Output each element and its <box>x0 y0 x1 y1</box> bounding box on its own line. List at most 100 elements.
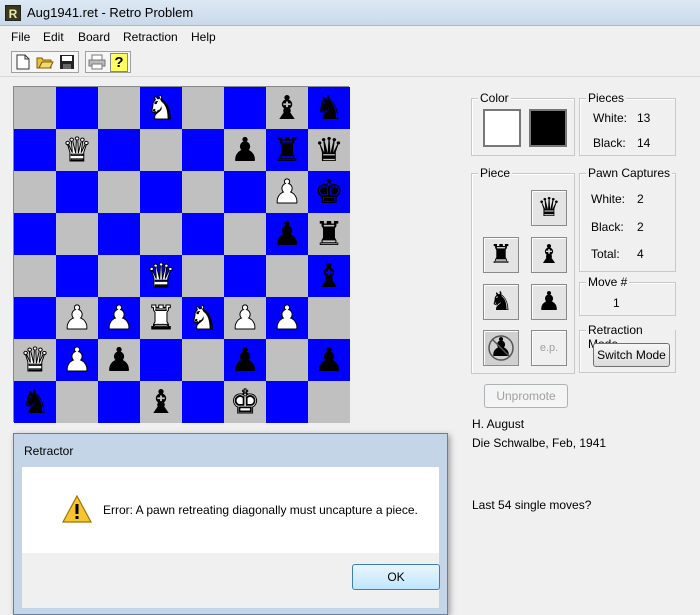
square-f5[interactable] <box>224 213 266 255</box>
black-pawn[interactable]: ♟ <box>314 339 344 381</box>
black-king[interactable]: ♚ <box>314 171 344 213</box>
en-passant-button[interactable]: e.p. <box>531 330 567 366</box>
square-b6[interactable] <box>56 171 98 213</box>
square-a1[interactable]: ♞ <box>14 381 56 423</box>
menu-help[interactable]: Help <box>191 30 216 44</box>
black-knight-button[interactable]: ♞ <box>483 284 519 320</box>
square-h2[interactable]: ♟ <box>308 339 350 381</box>
square-f3[interactable]: ♟ <box>224 297 266 339</box>
square-e4[interactable] <box>182 255 224 297</box>
square-g2[interactable] <box>266 339 308 381</box>
white-pawn[interactable]: ♟ <box>62 339 93 381</box>
black-queen-button[interactable]: ♛ <box>531 190 567 226</box>
square-h8[interactable]: ♞ <box>308 87 350 129</box>
white-queen[interactable]: ♛ <box>20 339 51 381</box>
unpromote-button[interactable]: Unpromote <box>484 384 568 408</box>
square-e3[interactable]: ♞ <box>182 297 224 339</box>
square-h4[interactable]: ♝ <box>308 255 350 297</box>
menu-retraction[interactable]: Retraction <box>123 30 178 44</box>
square-b7[interactable]: ♛ <box>56 129 98 171</box>
square-d5[interactable] <box>140 213 182 255</box>
square-c7[interactable] <box>98 129 140 171</box>
black-bishop[interactable]: ♝ <box>272 87 302 129</box>
square-f4[interactable] <box>224 255 266 297</box>
square-g3[interactable]: ♟ <box>266 297 308 339</box>
square-f7[interactable]: ♟ <box>224 129 266 171</box>
square-b8[interactable] <box>56 87 98 129</box>
square-b1[interactable] <box>56 381 98 423</box>
square-a8[interactable] <box>14 87 56 129</box>
square-e1[interactable] <box>182 381 224 423</box>
ok-button[interactable]: OK <box>352 564 440 590</box>
black-pawn-button[interactable]: ♟ <box>531 284 567 320</box>
white-pawn[interactable]: ♟ <box>62 297 93 339</box>
square-e8[interactable] <box>182 87 224 129</box>
print-icon[interactable] <box>86 52 108 72</box>
square-g8[interactable]: ♝ <box>266 87 308 129</box>
black-pawn[interactable]: ♟ <box>230 129 260 171</box>
black-rook[interactable]: ♜ <box>314 213 344 255</box>
square-d2[interactable] <box>140 339 182 381</box>
white-king[interactable]: ♚ <box>230 381 261 423</box>
square-b5[interactable] <box>56 213 98 255</box>
square-d4[interactable]: ♛ <box>140 255 182 297</box>
menu-board[interactable]: Board <box>78 30 110 44</box>
square-g7[interactable]: ♜ <box>266 129 308 171</box>
black-pawn[interactable]: ♟ <box>230 339 260 381</box>
white-pawn[interactable]: ♟ <box>272 171 303 213</box>
black-rook-button[interactable]: ♜ <box>483 237 519 273</box>
remove-pawn-button[interactable]: ♟ <box>483 330 519 366</box>
square-a7[interactable] <box>14 129 56 171</box>
white-queen[interactable]: ♛ <box>146 255 177 297</box>
square-g1[interactable] <box>266 381 308 423</box>
square-h6[interactable]: ♚ <box>308 171 350 213</box>
black-color-swatch[interactable] <box>529 109 567 147</box>
white-rook[interactable]: ♜ <box>146 297 177 339</box>
square-a4[interactable] <box>14 255 56 297</box>
black-knight[interactable]: ♞ <box>20 381 50 423</box>
chess-board[interactable]: ♞ ♝ ♞ ♛ ♟ ♜ ♛ ♟ ♚ ♟ ♜ ♛ ♝ ♟ ♟ ♜ ♞ ♟ ♟ ♛ ♟ ♟ ♟ ♟ ♞ ♝ ♚ <box>13 86 350 423</box>
square-f8[interactable] <box>224 87 266 129</box>
white-pawn[interactable]: ♟ <box>230 297 261 339</box>
menu-file[interactable]: File <box>11 30 30 44</box>
square-a6[interactable] <box>14 171 56 213</box>
black-bishop[interactable]: ♝ <box>314 255 344 297</box>
square-d8[interactable]: ♞ <box>140 87 182 129</box>
square-e7[interactable] <box>182 129 224 171</box>
square-f2[interactable]: ♟ <box>224 339 266 381</box>
black-knight[interactable]: ♞ <box>314 87 344 129</box>
black-bishop-button[interactable]: ♝ <box>531 237 567 273</box>
open-folder-icon[interactable] <box>34 52 56 72</box>
help-icon[interactable]: ? <box>108 52 130 72</box>
white-knight[interactable]: ♞ <box>188 297 219 339</box>
menu-edit[interactable]: Edit <box>43 30 64 44</box>
square-c2[interactable]: ♟ <box>98 339 140 381</box>
square-b2[interactable]: ♟ <box>56 339 98 381</box>
square-f1[interactable]: ♚ <box>224 381 266 423</box>
square-b4[interactable] <box>56 255 98 297</box>
square-f6[interactable] <box>224 171 266 213</box>
white-knight[interactable]: ♞ <box>146 87 177 129</box>
square-h3[interactable] <box>308 297 350 339</box>
square-d6[interactable] <box>140 171 182 213</box>
white-pawn[interactable]: ♟ <box>272 297 303 339</box>
square-h7[interactable]: ♛ <box>308 129 350 171</box>
black-pawn[interactable]: ♟ <box>272 213 302 255</box>
square-c6[interactable] <box>98 171 140 213</box>
white-pawn[interactable]: ♟ <box>104 297 135 339</box>
square-e5[interactable] <box>182 213 224 255</box>
square-h1[interactable] <box>308 381 350 423</box>
square-c8[interactable] <box>98 87 140 129</box>
square-c1[interactable] <box>98 381 140 423</box>
black-rook[interactable]: ♜ <box>272 129 302 171</box>
square-b3[interactable]: ♟ <box>56 297 98 339</box>
square-d3[interactable]: ♜ <box>140 297 182 339</box>
square-g5[interactable]: ♟ <box>266 213 308 255</box>
black-pawn[interactable]: ♟ <box>104 339 134 381</box>
square-d7[interactable] <box>140 129 182 171</box>
square-c3[interactable]: ♟ <box>98 297 140 339</box>
square-c5[interactable] <box>98 213 140 255</box>
save-icon[interactable] <box>56 52 78 72</box>
square-h5[interactable]: ♜ <box>308 213 350 255</box>
square-c4[interactable] <box>98 255 140 297</box>
